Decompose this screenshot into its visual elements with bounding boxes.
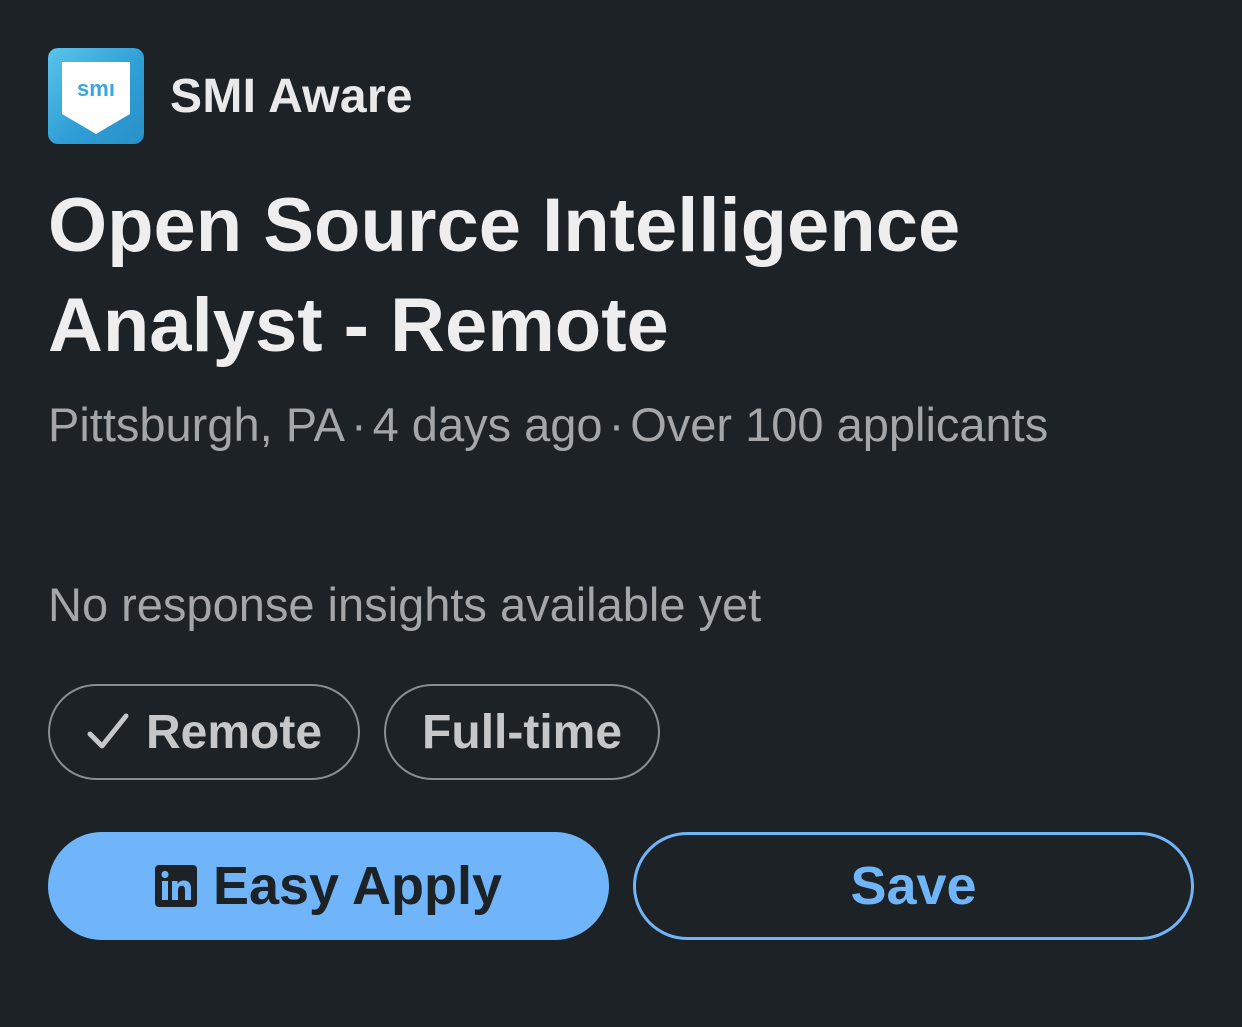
easy-apply-label: Easy Apply	[212, 856, 503, 916]
response-insights: No response insights available yet	[48, 578, 762, 631]
job-tags: Remote Full-time	[48, 684, 661, 780]
action-buttons: Easy Apply Save	[48, 832, 1194, 940]
linkedin-icon	[154, 865, 197, 907]
remote-chip: Remote	[48, 684, 361, 780]
logo-text: smı	[77, 76, 115, 101]
remote-chip-label: Remote	[146, 705, 323, 759]
job-posted-time: 4 days ago	[372, 398, 603, 451]
applicant-count: Over 100 applicants	[630, 398, 1049, 451]
company-logo[interactable]: smı	[48, 48, 144, 144]
meta-separator: ·	[608, 398, 625, 451]
meta-separator: ·	[350, 398, 367, 451]
save-button[interactable]: Save	[633, 832, 1194, 940]
job-card: smı SMI Aware Open Source Intelligence A…	[0, 0, 1242, 1027]
easy-apply-button[interactable]: Easy Apply	[48, 832, 609, 940]
job-meta: Pittsburgh, PA · 4 days ago · Over 100 appli…	[48, 380, 1068, 470]
full-time-chip-label: Full-time	[422, 705, 623, 759]
company-name[interactable]: SMI Aware	[170, 69, 413, 124]
job-title[interactable]: Open Source Intelligence Analyst - Remot…	[48, 176, 1168, 376]
company-header: smı SMI Aware	[48, 48, 413, 144]
job-location: Pittsburgh, PA	[48, 398, 345, 451]
checkmark-icon	[87, 713, 129, 749]
company-logo-icon: smı	[62, 62, 130, 134]
save-label: Save	[850, 856, 977, 916]
full-time-chip: Full-time	[384, 684, 661, 780]
